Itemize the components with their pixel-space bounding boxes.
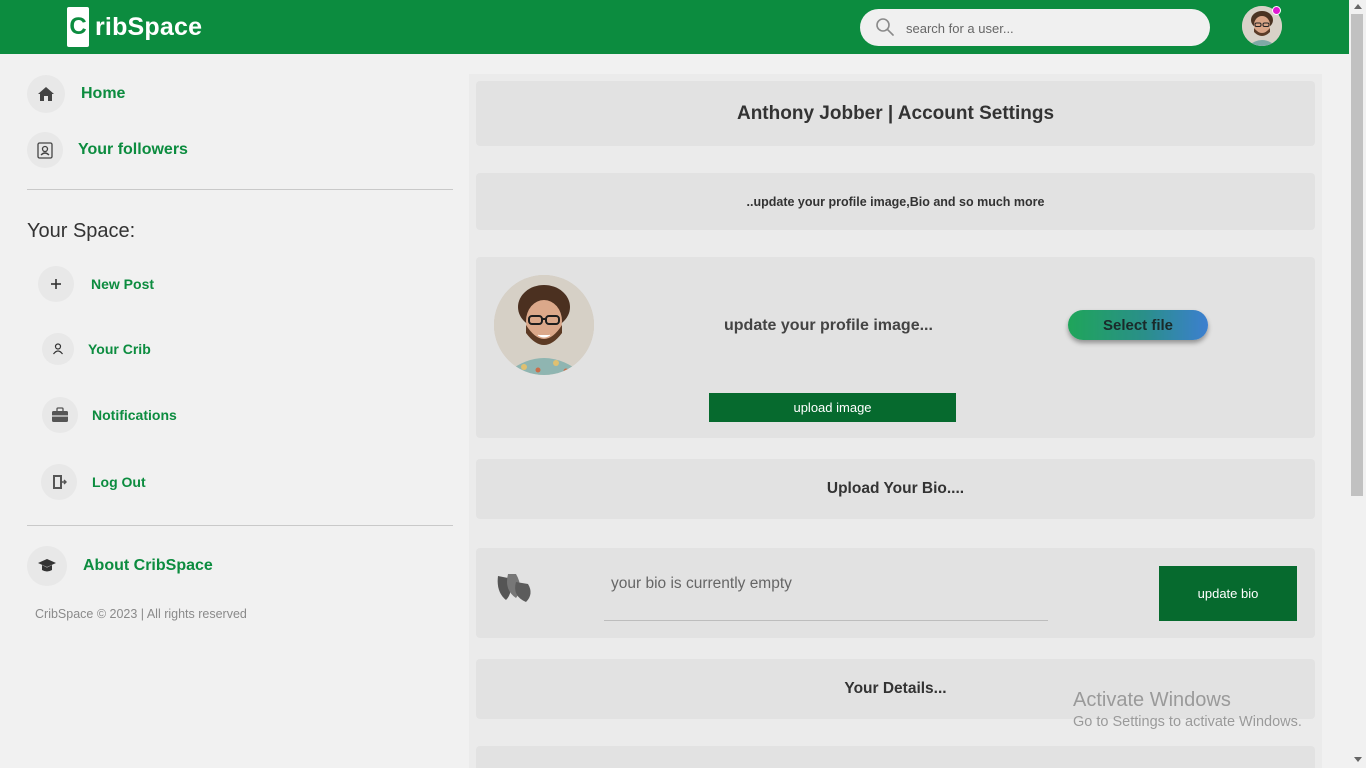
page-subtitle: ..update your profile image,Bio and so m… <box>746 194 1045 209</box>
briefcase-icon <box>42 397 78 433</box>
sidebar-item-new-post[interactable]: New Post <box>38 266 154 302</box>
scroll-up-arrow-icon[interactable] <box>1354 4 1362 9</box>
details-card <box>476 746 1315 768</box>
profile-image-label: update your profile image... <box>724 317 933 334</box>
sidebar-divider <box>27 189 453 190</box>
sidebar-item-label: Your followers <box>78 141 188 158</box>
windows-activation-watermark: Activate Windows <box>1073 689 1231 711</box>
scroll-thumb[interactable] <box>1351 14 1363 496</box>
sidebar-item-label: About CribSpace <box>83 557 213 574</box>
cribspace-logo[interactable]: C ribSpace <box>67 7 202 47</box>
update-bio-button[interactable]: update bio <box>1159 566 1297 621</box>
sidebar-item-label: New Post <box>91 276 155 292</box>
bio-card: your bio is currently empty update bio <box>476 548 1315 638</box>
sidebar-item-label: Notifications <box>92 407 177 423</box>
bio-heading-card: Upload Your Bio.... <box>476 459 1315 519</box>
scroll-down-arrow-icon[interactable] <box>1354 757 1362 762</box>
profile-photo <box>494 275 594 375</box>
sidebar-item-label: Log Out <box>92 474 146 490</box>
page-scrollbar[interactable] <box>1349 0 1366 768</box>
subtitle-card: ..update your profile image,Bio and so m… <box>476 173 1315 230</box>
your-space-heading: Your Space: <box>27 220 136 242</box>
windows-activation-subtext: Go to Settings to activate Windows. <box>1073 714 1302 730</box>
select-file-button[interactable]: Select file <box>1068 310 1208 340</box>
sidebar-item-home[interactable]: Home <box>27 75 125 113</box>
sidebar-item-notifications[interactable]: Notifications <box>42 397 177 433</box>
contact-card-icon <box>27 132 63 168</box>
logout-door-icon <box>41 464 77 500</box>
person-icon <box>42 333 74 365</box>
sidebar-item-about[interactable]: About CribSpace <box>27 546 213 586</box>
page-title: Anthony Jobber | Account Settings <box>736 102 1055 124</box>
sidebar-item-followers[interactable]: Your followers <box>27 132 188 168</box>
logo-text: ribSpace <box>95 12 203 41</box>
bio-leaf-icon <box>497 574 531 602</box>
sidebar-item-your-crib[interactable]: Your Crib <box>42 333 151 365</box>
sidebar-item-log-out[interactable]: Log Out <box>41 464 146 500</box>
copyright-footer: CribSpace © 2023 | All rights reserved <box>35 607 247 621</box>
graduation-cap-icon <box>27 546 67 586</box>
notification-dot <box>1272 6 1281 15</box>
logo-letter: C <box>67 7 89 47</box>
bio-heading: Upload Your Bio.... <box>826 480 965 497</box>
bio-underline <box>604 620 1048 621</box>
sidebar-item-label: Your Crib <box>88 341 151 357</box>
title-card: Anthony Jobber | Account Settings <box>476 81 1315 146</box>
bio-text[interactable]: your bio is currently empty <box>611 575 792 593</box>
profile-image <box>494 275 594 375</box>
sidebar-divider <box>27 525 453 526</box>
search-bar[interactable] <box>860 9 1210 46</box>
sidebar-item-label: Home <box>81 85 126 102</box>
home-icon <box>27 75 65 113</box>
search-input[interactable] <box>906 17 1196 39</box>
upload-image-button[interactable]: upload image <box>709 393 956 422</box>
plus-icon <box>38 266 74 302</box>
top-navbar: C ribSpace <box>0 0 1366 54</box>
search-icon <box>876 18 894 36</box>
profile-image-card: update your profile image... Select file… <box>476 257 1315 438</box>
